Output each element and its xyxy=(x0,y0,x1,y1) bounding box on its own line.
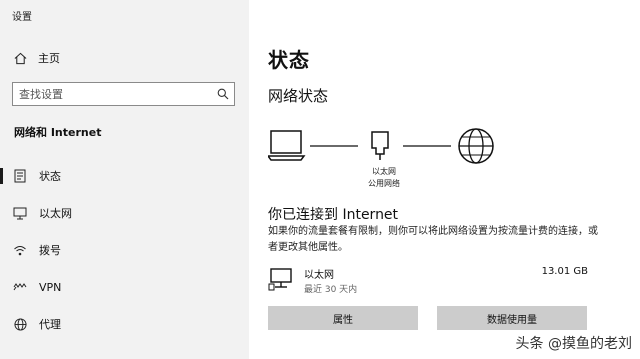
connection-description: 如果你的流量套餐有限制，则你可以将此网络设置为按流量计费的连接，或者更改其他属性… xyxy=(268,226,598,253)
sidebar-item-label: 代理 xyxy=(39,318,61,331)
sidebar-item-status[interactable]: 状态 xyxy=(0,162,249,190)
vpn-icon xyxy=(13,280,27,294)
sidebar-item-label: 状态 xyxy=(39,170,61,183)
watermark: 头条 @摸鱼的老刘 xyxy=(515,336,632,352)
sidebar-item-proxy[interactable]: 代理 xyxy=(0,310,249,338)
network-profile: 公用网络 xyxy=(368,179,400,188)
search-input[interactable] xyxy=(13,84,212,104)
proxy-globe-icon xyxy=(13,317,27,331)
laptop-icon xyxy=(268,130,306,161)
connection-name: 以太网 xyxy=(304,270,334,281)
network-type-label: 以太网 公用网络 xyxy=(359,166,409,190)
sidebar-item-label: VPN xyxy=(39,280,62,294)
sidebar: 设置 主页 网络和 Internet 状态 xyxy=(0,0,249,359)
sidebar-item-label: 以太网 xyxy=(39,207,72,220)
connection-row: 以太网 最近 30 天内 13.01 GB xyxy=(268,264,588,296)
data-usage-button[interactable]: 数据使用量 xyxy=(437,306,587,330)
settings-search-box[interactable] xyxy=(12,82,235,106)
ethernet-connection-icon xyxy=(268,268,292,291)
home-link[interactable]: 主页 xyxy=(14,50,60,66)
home-icon xyxy=(14,52,27,64)
connection-period: 最近 30 天内 xyxy=(304,285,358,295)
sidebar-item-dialup[interactable]: 拨号 xyxy=(0,236,249,264)
sidebar-item-label: 拨号 xyxy=(39,244,61,257)
network-status-heading: 网络状态 xyxy=(268,87,329,105)
data-usage-value: 13.01 GB xyxy=(541,266,588,277)
network-name: 以太网 xyxy=(372,167,396,176)
sidebar-item-vpn[interactable]: VPN xyxy=(0,273,249,301)
ethernet-port-icon xyxy=(371,131,389,160)
home-label: 主页 xyxy=(38,52,60,65)
connected-title: 你已连接到 Internet xyxy=(268,207,399,223)
window-title: 设置 xyxy=(12,12,32,23)
internet-globe-icon xyxy=(458,128,494,164)
sidebar-item-ethernet[interactable]: 以太网 xyxy=(0,199,249,227)
status-icon xyxy=(13,169,27,183)
main-content: 状态 网络状态 以太网 公用网络 你已连接到 Internet 如果你的流量套餐… xyxy=(249,0,640,359)
page-title: 状态 xyxy=(268,48,310,72)
section-title: 网络和 Internet xyxy=(14,126,102,139)
search-icon[interactable] xyxy=(212,83,234,105)
properties-button[interactable]: 属性 xyxy=(268,306,418,330)
dialup-icon xyxy=(13,243,27,257)
ethernet-icon xyxy=(13,206,27,220)
